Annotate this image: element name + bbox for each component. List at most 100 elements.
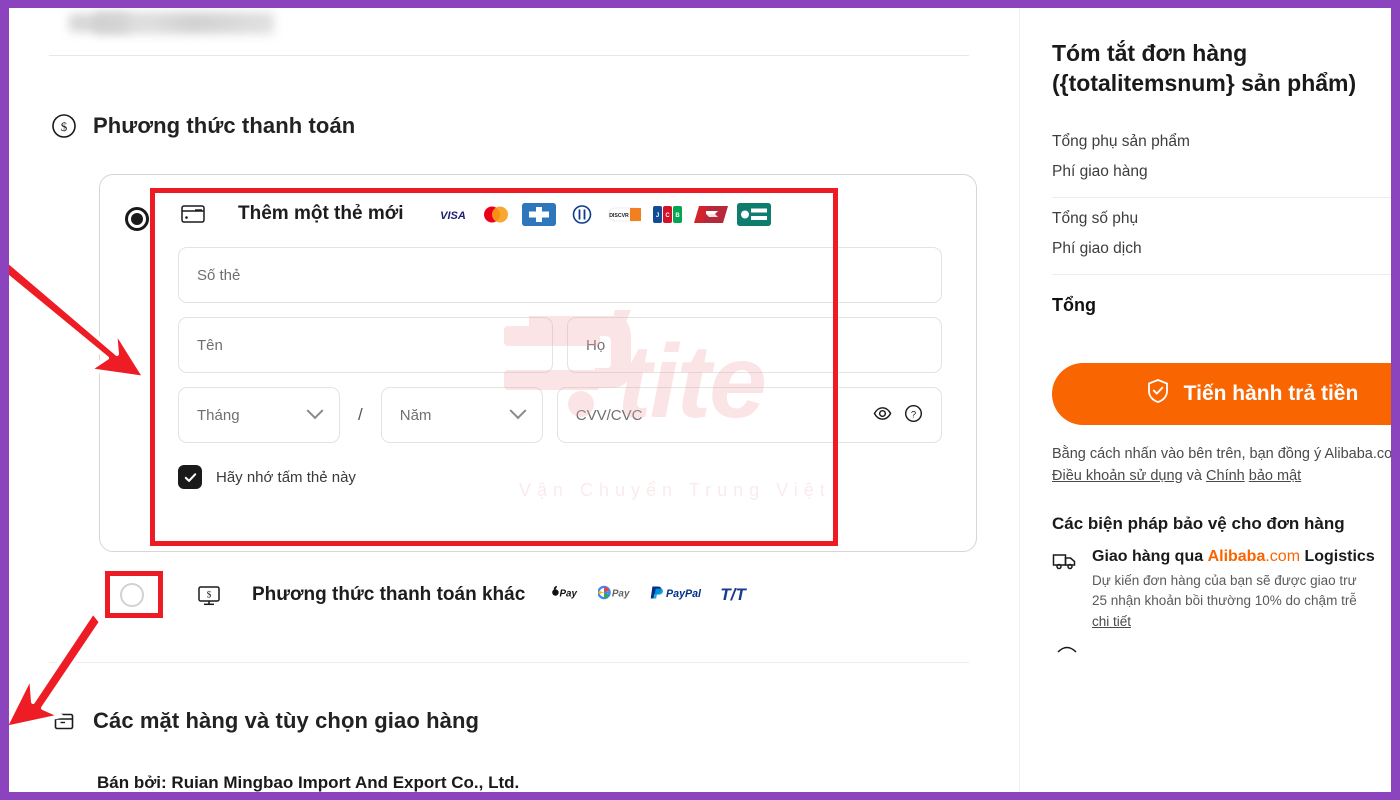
frame-border-top (0, 0, 1400, 8)
first-name-placeholder: Tên (197, 336, 223, 354)
protections-title: Các biện pháp bảo vệ cho đơn hàng (1052, 513, 1345, 533)
expiry-month-placeholder: Tháng (197, 406, 240, 424)
dollar-circle-icon: $ (51, 113, 77, 139)
sold-by-text: Bán bởi: Ruian Mingbao Import And Export… (97, 773, 520, 792)
protection-item: Giao hàng qua Alibaba.com Logistics Dự k… (1052, 548, 1391, 632)
redacted-text-block-b (94, 12, 274, 34)
cartes-bancaires-icon (736, 202, 771, 226)
alibaba-brand: Alibaba.com (1208, 548, 1300, 565)
terms-prefix: Bằng cách nhấn vào bên trên, bạn đồng ý (1052, 445, 1322, 462)
cvv-input[interactable]: CVV/CVC ? (556, 387, 942, 443)
summary-row: Tổng phụ sản phẩm VND 2 (1052, 127, 1391, 157)
summary-total-subtext: { (1052, 326, 1391, 341)
svg-text:VISA: VISA (440, 210, 466, 222)
order-summary-rows: Tổng phụ sản phẩm VND 2 Phí giao hàng VN… (1052, 127, 1391, 341)
svg-text:$: $ (61, 119, 68, 134)
eye-icon[interactable] (873, 404, 892, 427)
jcb-icon: J C B (650, 202, 685, 226)
new-card-payment-option[interactable]: Thêm một thẻ mới VISA DISCVR J C B Số th… (99, 174, 977, 552)
expiry-year-placeholder: Năm (399, 406, 432, 424)
new-card-label: Thêm một thẻ mới (238, 203, 404, 224)
svg-text:$: $ (207, 590, 212, 600)
chevron-down-icon (509, 402, 527, 420)
order-summary-sidebar: Tóm tắt đơn hàng ({totalitemsnum} sản ph… (1019, 8, 1391, 792)
protection-description: Dự kiến đơn hàng của bạn sẽ được giao tr… (1092, 571, 1391, 612)
summary-row: Phí giao hàng VND 39 (1052, 157, 1391, 187)
terms-mid: và (1186, 468, 1202, 485)
summary-row-label: Tổng số phụ (1052, 209, 1139, 227)
mastercard-icon (478, 202, 513, 226)
protection-head-suffix: Logistics (1300, 547, 1375, 565)
proceed-to-payment-button[interactable]: Tiến hành trả tiền (1052, 362, 1391, 425)
new-card-header: Thêm một thẻ mới VISA DISCVR J C B (156, 187, 964, 241)
other-payment-brand-icons: Pay Pay PayPal T/T (551, 584, 746, 606)
svg-text:PayPal: PayPal (666, 588, 702, 600)
last-name-placeholder: Họ (586, 336, 606, 354)
summary-row-label: Tổng phụ sản phẩm (1052, 132, 1190, 150)
radio-new-card[interactable] (125, 207, 149, 231)
remember-card-row[interactable]: Hãy nhớ tấm thẻ này (178, 465, 964, 489)
question-circle-icon[interactable]: ? (904, 404, 923, 427)
card-number-placeholder: Số thẻ (197, 266, 241, 284)
items-section-title: Các mặt hàng và tùy chọn giao hàng (93, 708, 480, 733)
summary-row-label: Phí giao hàng (1052, 162, 1148, 180)
radio-other-payment[interactable] (120, 583, 144, 607)
summary-total-row: Tổng USD (1052, 281, 1391, 322)
svg-text:C: C (665, 213, 670, 219)
summary-separator (1052, 196, 1391, 198)
summary-row: Phí giao dịch US (1052, 234, 1391, 264)
top-divider (49, 55, 969, 56)
other-payment-label: Phương thức thanh toán khác (252, 584, 526, 605)
amex-icon (521, 202, 556, 226)
privacy-policy-link-part2[interactable]: bảo mật (1249, 468, 1301, 484)
payment-section-heading: $ Phương thức thanh toán (51, 113, 355, 139)
other-payment-option[interactable]: $ Phương thức thanh toán khác Pay Pay Pa… (99, 570, 977, 620)
terms-of-use-link[interactable]: Điều khoản sử dụng (1052, 468, 1183, 484)
card-brand-icons: VISA DISCVR J C B (435, 202, 771, 226)
svg-text:Pay: Pay (612, 588, 630, 599)
frame-border-right (1391, 0, 1400, 800)
svg-text:B: B (675, 213, 680, 219)
alibaba-brand-suffix: .com (1265, 547, 1301, 565)
summary-row: Tổng số phụ USD (1052, 204, 1391, 234)
next-protection-icon (1057, 646, 1077, 653)
summary-separator (1052, 273, 1391, 275)
svg-text:J: J (655, 213, 658, 219)
alibaba-brand-name: Alibaba (1207, 547, 1266, 565)
items-section-heading: Các mặt hàng và tùy chọn giao hàng (51, 708, 479, 734)
svg-text:?: ? (911, 409, 916, 420)
card-form: Số thẻ Tên Họ Tháng / Năm CVV/CVC ? (156, 241, 964, 443)
google-pay-icon: Pay (597, 584, 636, 606)
card-number-input[interactable]: Số thẻ (178, 247, 942, 303)
bottom-divider (49, 662, 969, 663)
apple-pay-icon: Pay (551, 584, 585, 606)
svg-text:Pay: Pay (560, 588, 578, 599)
expiry-separator: / (358, 405, 363, 424)
terms-brand: Alibaba.com (1324, 445, 1392, 462)
protection-desc-line2: 25 nhận khoản bồi thường 10% do chậm trễ (1092, 592, 1357, 608)
box-icon (51, 708, 77, 734)
discover-icon: DISCVR (607, 202, 642, 226)
frame-border-bottom (0, 792, 1400, 800)
monitor-dollar-icon: $ (194, 580, 224, 610)
credit-card-icon (178, 199, 208, 229)
protection-desc-line1: Dự kiến đơn hàng của bạn sẽ được giao tr… (1092, 572, 1357, 588)
tt-transfer-icon: T/T (720, 585, 746, 604)
order-summary-title-line1: Tóm tắt đơn hàng (1052, 40, 1248, 66)
privacy-policy-link-part1[interactable]: Chính (1206, 468, 1245, 484)
protection-headline: Giao hàng qua Alibaba.com Logistics (1092, 548, 1391, 566)
shield-check-icon (1146, 378, 1170, 410)
expiry-year-select[interactable]: Năm (380, 387, 543, 443)
visa-icon: VISA (435, 202, 470, 226)
protection-details-link[interactable]: chi tiết (1092, 614, 1131, 629)
expiry-month-select[interactable]: Tháng (178, 387, 340, 443)
last-name-input[interactable]: Họ (567, 317, 942, 373)
cvv-placeholder: CVV/CVC (575, 406, 643, 424)
order-summary-title: Tóm tắt đơn hàng ({totalitemsnum} sản ph… (1052, 38, 1391, 99)
paypal-icon: PayPal (649, 584, 707, 606)
remember-card-checkbox[interactable] (178, 465, 202, 489)
diners-club-icon (564, 202, 599, 226)
protection-body: Giao hàng qua Alibaba.com Logistics Dự k… (1092, 548, 1391, 632)
summary-total-label: Tổng (1052, 294, 1096, 315)
first-name-input[interactable]: Tên (178, 317, 553, 373)
